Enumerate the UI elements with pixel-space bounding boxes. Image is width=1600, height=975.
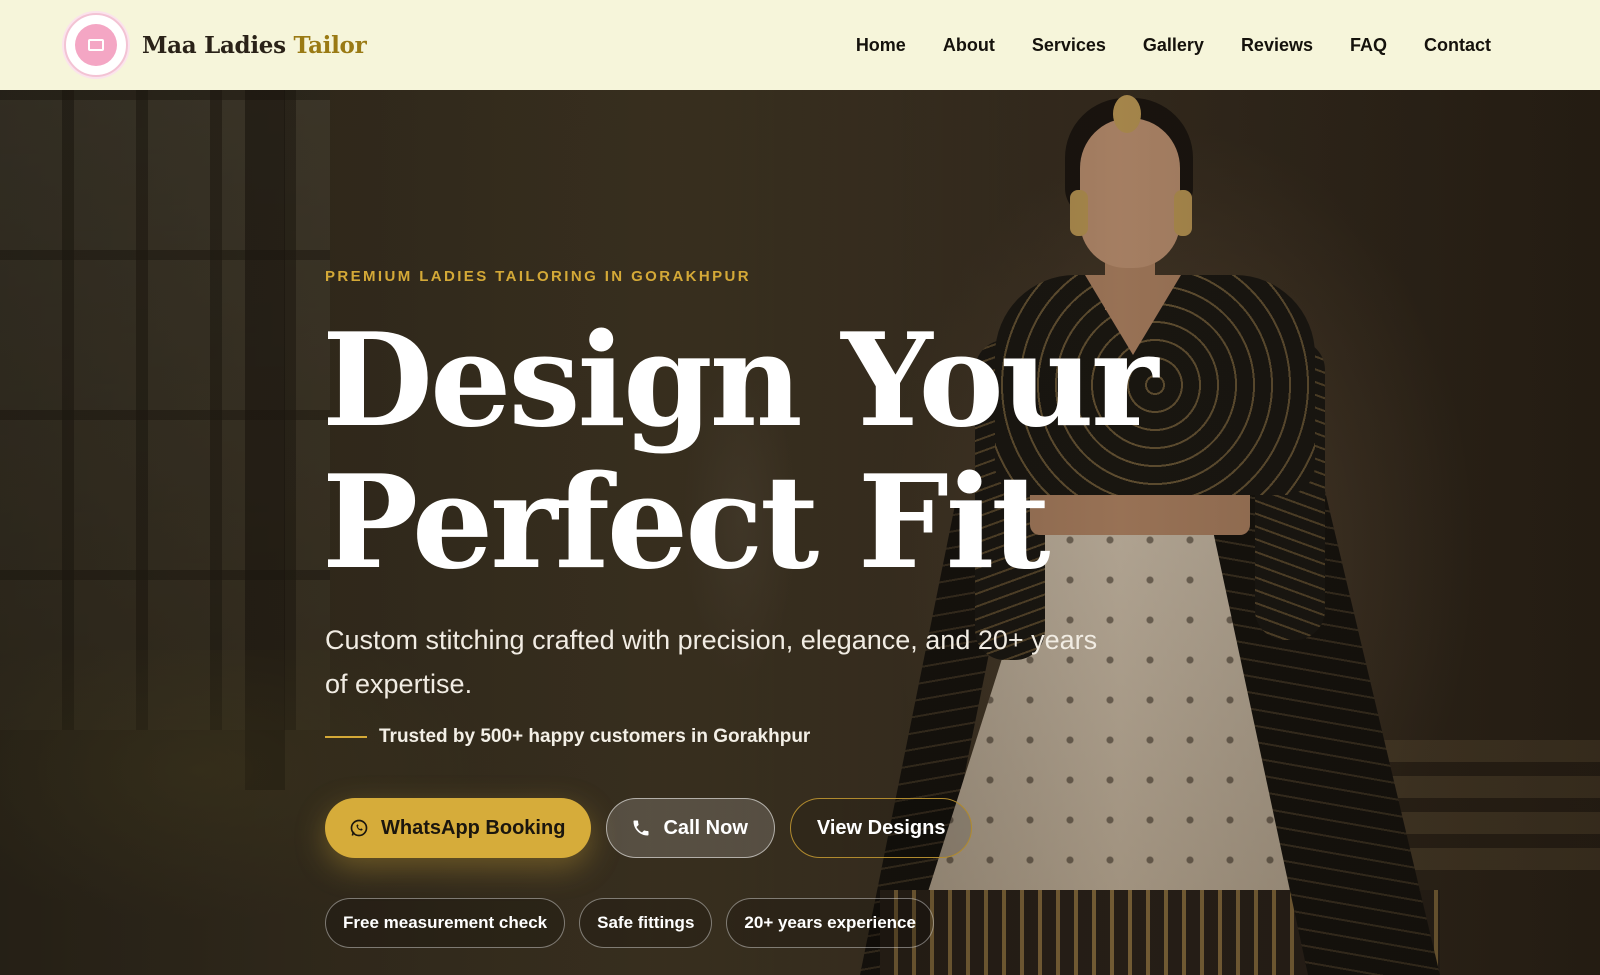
trust-line: Trusted by 500+ happy customers in Gorak… bbox=[325, 726, 810, 748]
feature-chips: Free measurement check Safe fittings 20+… bbox=[325, 898, 934, 948]
chip-free-measurement: Free measurement check bbox=[325, 898, 566, 948]
chip-experience: 20+ years experience bbox=[726, 898, 934, 948]
hero-eyebrow: PREMIUM LADIES TAILORING IN GORAKHPUR bbox=[325, 268, 752, 285]
chip-safe-fittings: Safe fittings bbox=[579, 898, 713, 948]
headline-line-1: Design Your bbox=[322, 306, 1158, 456]
trust-divider bbox=[325, 736, 367, 738]
nav-services[interactable]: Services bbox=[1032, 35, 1106, 56]
logo-sewing-machine-icon bbox=[75, 24, 117, 66]
hero-section: PREMIUM LADIES TAILORING IN GORAKHPUR De… bbox=[0, 90, 1600, 975]
trust-text: Trusted by 500+ happy customers in Gorak… bbox=[379, 726, 811, 747]
site-header: Maa Ladies Tailor Home About Services Ga… bbox=[0, 0, 1600, 90]
cta-buttons: WhatsApp Booking Call Now View Designs bbox=[325, 798, 973, 858]
logo[interactable] bbox=[64, 13, 128, 77]
call-now-button[interactable]: Call Now bbox=[606, 798, 775, 858]
brand-main: Maa Ladies bbox=[142, 31, 294, 59]
view-designs-button[interactable]: View Designs bbox=[789, 798, 973, 858]
nav-faq[interactable]: FAQ bbox=[1350, 35, 1387, 56]
nav-home[interactable]: Home bbox=[856, 35, 906, 56]
headline-line-2: Perfect Fit bbox=[322, 448, 1050, 598]
whatsapp-booking-label: WhatsApp Booking bbox=[381, 816, 566, 839]
view-designs-label: View Designs bbox=[816, 816, 946, 839]
hero-headline: Design Your Perfect Fit bbox=[322, 310, 1222, 594]
brand-name[interactable]: Maa Ladies Tailor bbox=[142, 31, 367, 59]
nav-about[interactable]: About bbox=[943, 35, 995, 56]
call-now-label: Call Now bbox=[663, 816, 748, 839]
nav-contact[interactable]: Contact bbox=[1424, 35, 1491, 56]
main-nav: Home About Services Gallery Reviews FAQ … bbox=[819, 35, 1491, 56]
nav-gallery[interactable]: Gallery bbox=[1143, 35, 1204, 56]
phone-icon bbox=[631, 818, 651, 838]
whatsapp-booking-button[interactable]: WhatsApp Booking bbox=[325, 798, 592, 858]
whatsapp-icon bbox=[349, 818, 369, 838]
hero-subtitle: Custom stitching crafted with precision,… bbox=[325, 625, 1098, 699]
nav-reviews[interactable]: Reviews bbox=[1241, 35, 1313, 56]
brand-accent: Tailor bbox=[293, 31, 367, 59]
